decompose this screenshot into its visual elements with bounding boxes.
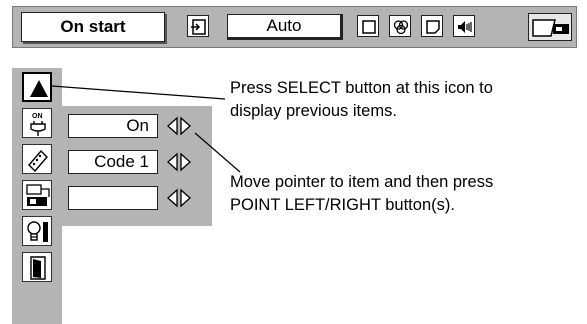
select-instruction-line1: Press SELECT button at this icon to bbox=[230, 79, 493, 97]
pointer-instruction-line1: Move pointer to item and then press bbox=[230, 173, 494, 191]
pointer-instruction: Move pointer to item and then press POIN… bbox=[230, 171, 493, 217]
select-instruction-line2: display previous items. bbox=[230, 102, 397, 120]
select-instruction: Press SELECT button at this icon to disp… bbox=[230, 77, 493, 123]
pointer-instruction-line2: POINT LEFT/RIGHT button(s). bbox=[230, 196, 455, 214]
callout-lines bbox=[51, 85, 241, 173]
